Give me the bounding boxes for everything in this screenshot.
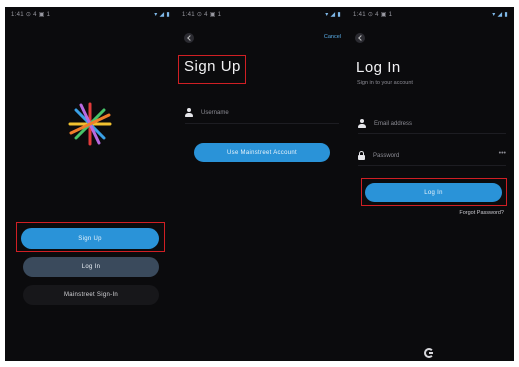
welcome-screen: 1:41 ⊙ 4 ▣ 1 ▾ ◢ ▮ Sign Up Log In Mainst… — [5, 7, 176, 361]
email-placeholder: Email address — [374, 120, 413, 127]
cancel-link[interactable]: Cancel — [324, 34, 341, 40]
highlight-box-login — [361, 178, 507, 206]
field-underline — [358, 133, 506, 134]
username-field[interactable]: Username — [185, 108, 229, 117]
field-underline — [185, 123, 339, 124]
app-logo-icon — [68, 102, 112, 146]
page-subtitle: Sign in to your account — [357, 80, 413, 86]
status-icons: ▾ ◢ ▮ — [492, 12, 508, 18]
lock-icon — [358, 151, 365, 160]
status-bar: 1:41 ⊙ 4 ▣ 1 ▾ ◢ ▮ — [182, 11, 341, 21]
back-icon[interactable] — [355, 33, 365, 43]
use-mainstreet-account-button[interactable]: Use Mainstreet Account — [194, 143, 330, 162]
forgot-password-link[interactable]: Forgot Password? — [459, 210, 504, 216]
highlight-box-title — [178, 55, 246, 84]
status-bar: 1:41 ⊙ 4 ▣ 1 ▾ ◢ ▮ — [353, 11, 508, 21]
status-time: 1:41 ⊙ 4 ▣ 1 — [353, 12, 393, 18]
user-icon — [358, 119, 366, 128]
user-icon — [185, 108, 193, 117]
password-placeholder: Password — [373, 152, 400, 159]
email-field[interactable]: Email address — [358, 119, 412, 128]
status-time: 1:41 ⊙ 4 ▣ 1 — [11, 12, 51, 18]
page-title: Log In — [356, 59, 401, 76]
g-icon[interactable] — [424, 348, 434, 358]
password-field[interactable]: Password — [358, 151, 399, 160]
field-underline — [358, 165, 506, 166]
username-placeholder: Username — [201, 109, 229, 116]
highlight-box-signup — [16, 222, 165, 252]
mainstreet-signin-button[interactable]: Mainstreet Sign-In — [23, 285, 159, 305]
status-icons: ▾ ◢ ▮ — [325, 12, 341, 18]
login-button[interactable]: Log In — [23, 257, 159, 277]
status-time: 1:41 ⊙ 4 ▣ 1 — [182, 12, 222, 18]
status-bar: 1:41 ⊙ 4 ▣ 1 ▾ ◢ ▮ — [11, 11, 170, 21]
show-password-icon[interactable]: ••• — [499, 150, 506, 157]
back-icon[interactable] — [184, 33, 194, 43]
status-icons: ▾ ◢ ▮ — [154, 12, 170, 18]
